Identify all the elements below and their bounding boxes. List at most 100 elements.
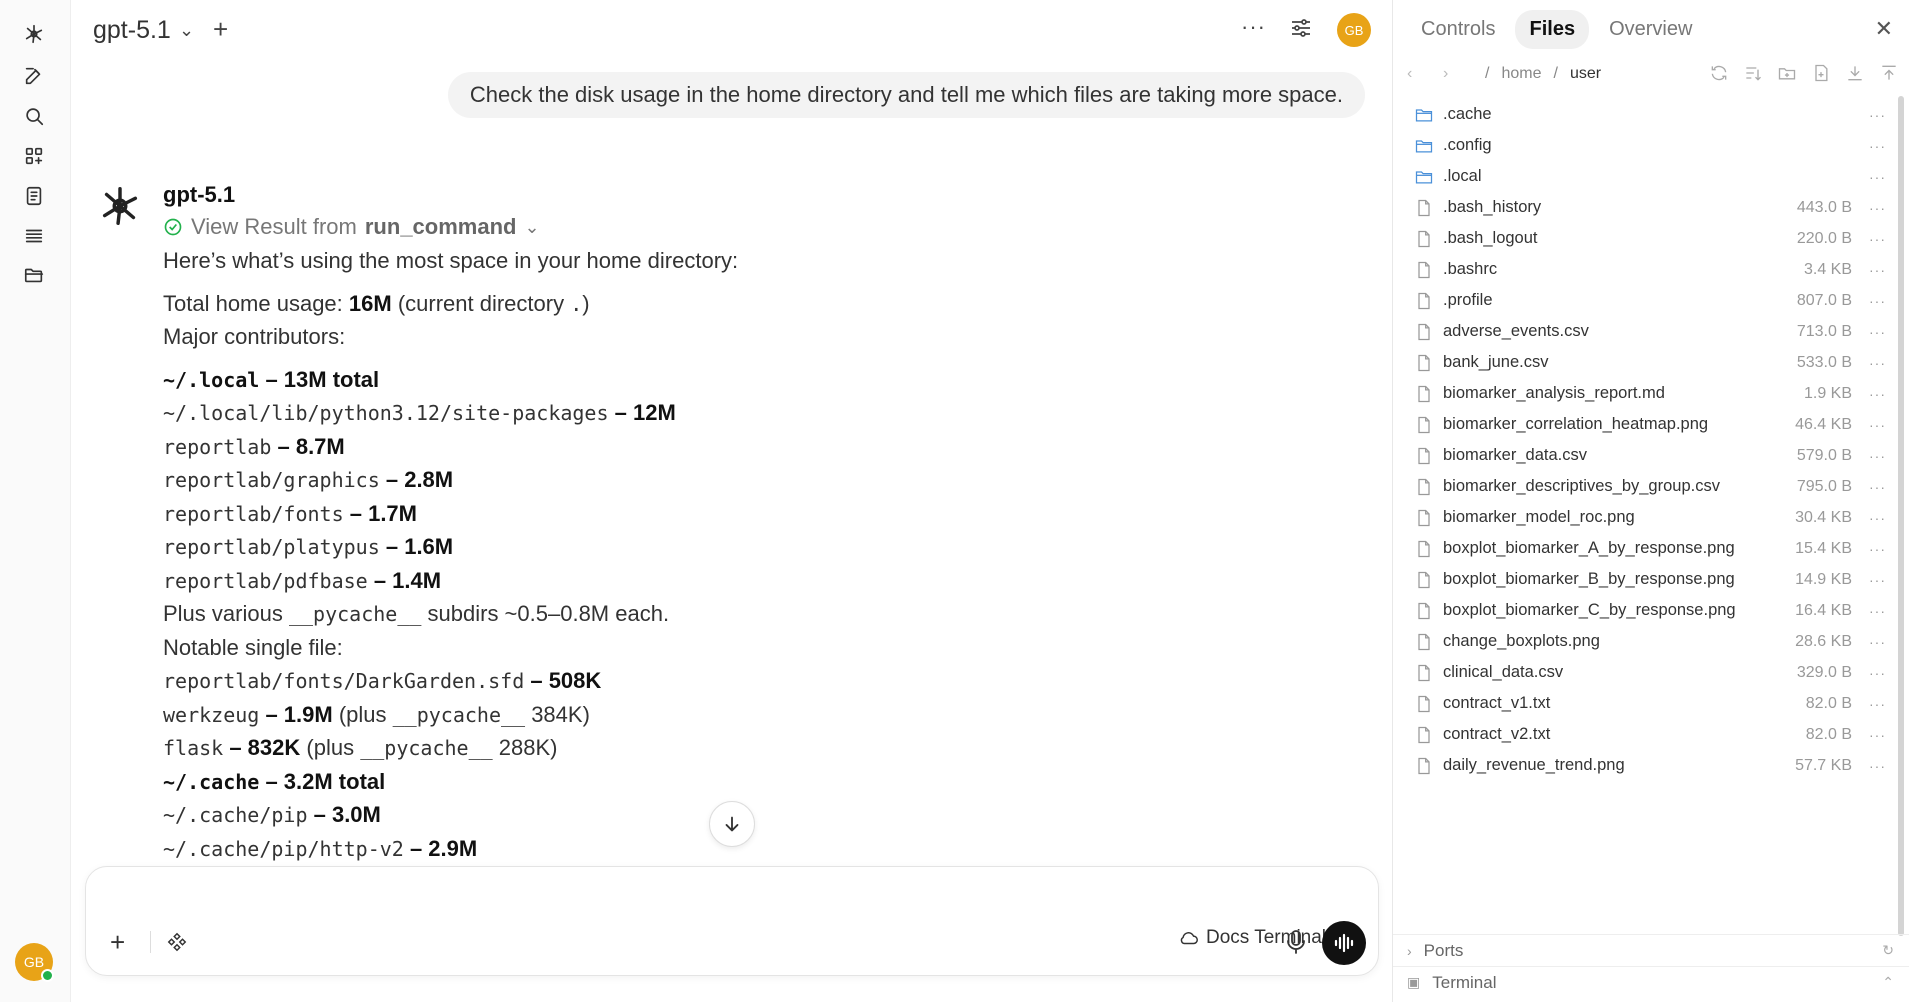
file-name: biomarker_data.csv — [1443, 446, 1587, 464]
check-circle-icon — [164, 218, 182, 236]
folder-icon[interactable] — [18, 259, 50, 291]
more-icon[interactable]: ··· — [1869, 541, 1886, 557]
file-icon — [1413, 755, 1435, 777]
forward-icon[interactable]: › — [1443, 65, 1479, 83]
more-icon[interactable]: ··· — [1869, 169, 1886, 185]
file-row[interactable]: clinical_data.csv 329.0 B ··· — [1393, 657, 1898, 688]
search-icon[interactable] — [18, 100, 50, 132]
file-row[interactable]: .bash_logout 220.0 B ··· — [1393, 223, 1898, 254]
sort-icon[interactable] — [1743, 63, 1763, 83]
model-selector-label[interactable]: gpt-5.1 — [93, 16, 171, 45]
more-icon[interactable]: ··· — [1869, 696, 1886, 712]
more-icon[interactable]: ··· — [1869, 324, 1886, 340]
breadcrumb-home[interactable]: home — [1501, 65, 1541, 83]
microphone-icon[interactable] — [1284, 929, 1310, 957]
file-row[interactable]: boxplot_biomarker_A_by_response.png 15.4 … — [1393, 533, 1898, 564]
file-size: 579.0 B — [1796, 446, 1852, 464]
file-row[interactable]: .config ··· — [1393, 130, 1898, 161]
file-row[interactable]: bank_june.csv 533.0 B ··· — [1393, 347, 1898, 378]
more-icon[interactable]: ··· — [1869, 572, 1886, 588]
more-icon[interactable]: ··· — [1869, 138, 1886, 154]
file-row[interactable]: .cache ··· — [1393, 99, 1898, 130]
notes-icon[interactable] — [18, 180, 50, 212]
voice-mode-button[interactable] — [1322, 921, 1366, 965]
file-row[interactable]: contract_v2.txt 82.0 B ··· — [1393, 719, 1898, 750]
more-icon[interactable]: ··· — [1869, 355, 1886, 371]
list-icon[interactable] — [18, 220, 50, 252]
more-icon[interactable]: ··· — [1869, 262, 1886, 278]
file-name: change_boxplots.png — [1443, 632, 1600, 650]
tab-controls[interactable]: Controls — [1407, 10, 1509, 49]
plus-icon[interactable]: + — [213, 14, 228, 45]
cloud-icon — [1180, 932, 1198, 945]
new-chat-icon[interactable] — [18, 60, 50, 92]
more-icon[interactable]: ··· — [1869, 758, 1886, 774]
top-user-avatar[interactable]: GB — [1337, 13, 1371, 47]
more-icon[interactable]: ··· — [1869, 417, 1886, 433]
download-icon[interactable] — [1845, 63, 1865, 83]
tab-overview[interactable]: Overview — [1595, 10, 1706, 49]
more-icon[interactable]: ··· — [1869, 200, 1886, 216]
file-row[interactable]: biomarker_model_roc.png 30.4 KB ··· — [1393, 502, 1898, 533]
answer-line: ~/.cache – 3.2M total — [163, 768, 386, 794]
file-size: 82.0 B — [1805, 694, 1852, 712]
settings-sliders-icon[interactable] — [1289, 16, 1315, 42]
more-icon[interactable]: ··· — [1241, 14, 1266, 40]
file-row[interactable]: boxplot_biomarker_C_by_response.png 16.4 … — [1393, 595, 1898, 626]
new-file-icon[interactable] — [1811, 63, 1831, 83]
more-icon[interactable]: ··· — [1869, 448, 1886, 464]
refresh-icon[interactable] — [1709, 63, 1729, 83]
tools-icon[interactable] — [166, 931, 190, 955]
more-icon[interactable]: ··· — [1869, 293, 1886, 309]
file-row[interactable]: biomarker_correlation_heatmap.png 46.4 KB… — [1393, 409, 1898, 440]
more-icon[interactable]: ··· — [1869, 231, 1886, 247]
scroll-to-bottom-button[interactable] — [709, 801, 755, 847]
more-icon[interactable]: ··· — [1869, 634, 1886, 650]
user-avatar[interactable]: GB — [15, 943, 54, 982]
file-row[interactable]: boxplot_biomarker_B_by_response.png 14.9 … — [1393, 564, 1898, 595]
file-list-scrollbar[interactable] — [1898, 96, 1904, 936]
message-input[interactable] — [106, 885, 1306, 915]
ports-section[interactable]: › Ports ↻ — [1393, 934, 1909, 966]
app-logo-icon[interactable] — [18, 18, 50, 50]
more-icon[interactable]: ··· — [1869, 386, 1886, 402]
file-row[interactable]: .bashrc 3.4 KB ··· — [1393, 254, 1898, 285]
file-name: daily_revenue_trend.png — [1443, 756, 1625, 774]
more-icon[interactable]: ··· — [1869, 479, 1886, 495]
new-folder-icon[interactable] — [1777, 63, 1797, 83]
tool-result-toggle[interactable]: View Result from run_command ⌄ — [163, 214, 540, 240]
chevron-up-icon[interactable]: ⌃ — [1882, 974, 1894, 991]
file-row[interactable]: biomarker_analysis_report.md 1.9 KB ··· — [1393, 378, 1898, 409]
file-row[interactable]: change_boxplots.png 28.6 KB ··· — [1393, 626, 1898, 657]
file-icon — [1413, 383, 1435, 405]
file-row[interactable]: .bash_history 443.0 B ··· — [1393, 192, 1898, 223]
more-icon[interactable]: ··· — [1869, 107, 1886, 123]
tab-files[interactable]: Files — [1515, 10, 1590, 49]
file-icon — [1413, 445, 1435, 467]
file-row[interactable]: daily_revenue_trend.png 57.7 KB ··· — [1393, 750, 1898, 781]
file-row[interactable]: adverse_events.csv 713.0 B ··· — [1393, 316, 1898, 347]
upload-icon[interactable] — [1879, 63, 1899, 83]
close-icon[interactable]: ✕ — [1875, 16, 1893, 42]
file-row[interactable]: biomarker_data.csv 579.0 B ··· — [1393, 440, 1898, 471]
more-icon[interactable]: ··· — [1869, 510, 1886, 526]
file-row[interactable]: .profile 807.0 B ··· — [1393, 285, 1898, 316]
file-icon — [1413, 259, 1435, 281]
more-icon[interactable]: ··· — [1869, 665, 1886, 681]
file-row[interactable]: .local ··· — [1393, 161, 1898, 192]
breadcrumb-user[interactable]: user — [1570, 65, 1601, 83]
file-row[interactable]: contract_v1.txt 82.0 B ··· — [1393, 688, 1898, 719]
back-icon[interactable]: ‹ — [1407, 65, 1443, 83]
file-size: 1.9 KB — [1803, 384, 1852, 402]
terminal-section[interactable]: ▣ Terminal ⌃ — [1393, 966, 1909, 998]
more-icon[interactable]: ··· — [1869, 603, 1886, 619]
file-row[interactable]: biomarker_descriptives_by_group.csv 795.0… — [1393, 471, 1898, 502]
file-name: contract_v1.txt — [1443, 694, 1551, 712]
chevron-down-icon[interactable]: ⌄ — [179, 20, 194, 41]
refresh-icon[interactable]: ↻ — [1882, 942, 1894, 959]
chevron-down-icon: ⌄ — [524, 216, 540, 237]
attach-plus-icon[interactable]: + — [110, 927, 125, 958]
more-icon[interactable]: ··· — [1869, 727, 1886, 743]
apps-icon[interactable] — [18, 140, 50, 172]
side-panel: Controls Files Overview ✕ ‹ › / home / u… — [1392, 0, 1909, 1002]
